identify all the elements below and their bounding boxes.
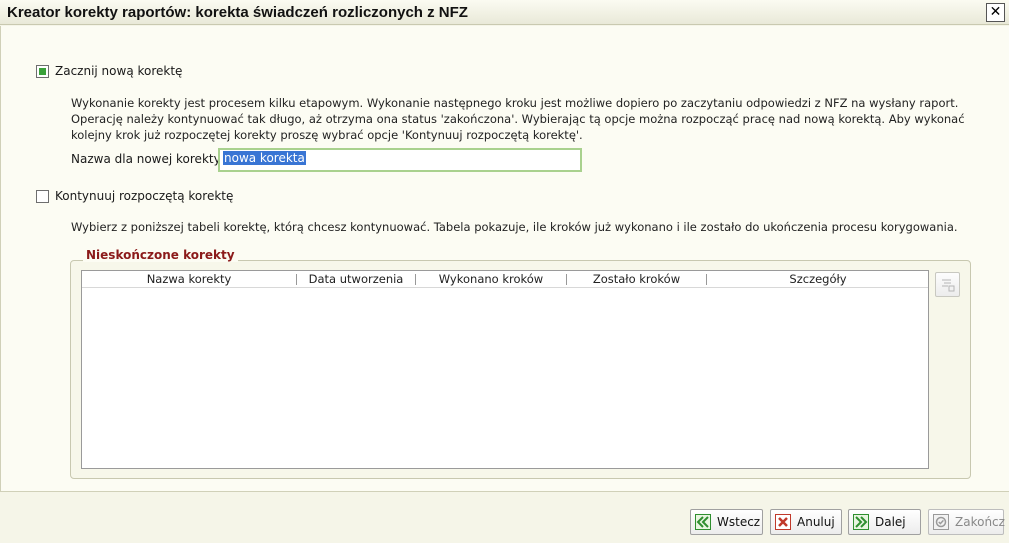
cancel-x-icon <box>775 514 791 530</box>
finish-label: Zakończ <box>955 515 1005 529</box>
new-correction-name-input[interactable]: nowa korekta <box>218 148 582 172</box>
new-correction-name-value: nowa korekta <box>223 151 306 165</box>
continue-correction-option[interactable]: Kontynuuj rozpoczętą korektę <box>36 189 233 203</box>
next-label: Dalej <box>875 515 906 529</box>
title-bar: Kreator korekty raportów: korekta świadc… <box>0 0 1009 25</box>
next-arrow-icon <box>853 514 869 530</box>
continue-checkbox[interactable] <box>36 189 49 203</box>
start-new-label: Zacznij nową korektę <box>55 64 183 78</box>
back-button[interactable]: Wstecz <box>690 509 763 535</box>
details-button[interactable] <box>935 272 960 297</box>
unfinished-corrections-table[interactable]: Nazwa korekty Data utworzenia Wykonano k… <box>81 270 929 469</box>
column-header-created[interactable]: Data utworzenia <box>297 272 415 286</box>
close-button[interactable]: ✕ <box>986 3 1005 22</box>
table-header: Nazwa korekty Data utworzenia Wykonano k… <box>82 271 928 288</box>
column-header-remaining-steps[interactable]: Zostało kroków <box>567 272 706 286</box>
wizard-content: Zacznij nową korektę Wykonanie korekty j… <box>0 26 1009 491</box>
start-new-checkbox[interactable] <box>36 64 49 78</box>
next-button[interactable]: Dalej <box>848 509 921 535</box>
cancel-button[interactable]: Anuluj <box>770 509 842 535</box>
new-correction-name-label: Nazwa dla nowej korekty: <box>71 152 224 166</box>
details-list-icon <box>942 279 955 292</box>
start-new-description: Wykonanie korekty jest procesem kilku et… <box>71 96 965 142</box>
finish-button[interactable]: Zakończ <box>928 509 1005 535</box>
column-header-details[interactable]: Szczegóły <box>707 272 929 286</box>
start-new-correction-option[interactable]: Zacznij nową korektę <box>36 64 182 78</box>
finish-check-icon <box>933 514 949 530</box>
continue-description: Wybierz z poniższej tabeli korektę, któr… <box>71 220 958 234</box>
back-arrow-icon <box>695 514 711 530</box>
column-header-name[interactable]: Nazwa korekty <box>82 272 296 286</box>
close-icon: ✕ <box>989 4 1002 20</box>
continue-label: Kontynuuj rozpoczętą korektę <box>55 189 234 203</box>
cancel-label: Anuluj <box>797 515 835 529</box>
unfinished-corrections-title: Nieskończone korekty <box>83 248 238 262</box>
column-header-done-steps[interactable]: Wykonano kroków <box>416 272 566 286</box>
window-title: Kreator korekty raportów: korekta świadc… <box>7 4 468 21</box>
back-label: Wstecz <box>717 515 761 529</box>
wizard-footer: Wstecz Anuluj Dalej Zakończ <box>0 491 1009 543</box>
